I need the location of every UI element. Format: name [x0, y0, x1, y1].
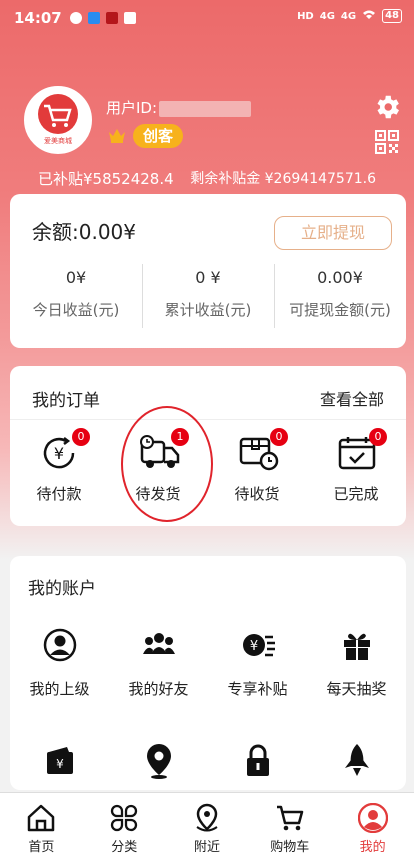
stat-value: 0¥ — [65, 268, 87, 287]
account-item-boost[interactable] — [307, 742, 406, 780]
account-item-exclusive-subsidy[interactable]: ¥ 专享补贴 — [208, 628, 307, 699]
location-pin-icon — [146, 744, 171, 779]
user-icon — [43, 628, 76, 662]
chat-icon — [69, 12, 82, 24]
lock-icon — [246, 744, 269, 776]
stat-value: 0.00¥ — [317, 268, 363, 287]
tab-nearby[interactable]: 附近 — [166, 793, 249, 865]
network-label-2: 4G — [340, 10, 357, 22]
order-completed[interactable]: 0 已完成 — [307, 428, 405, 518]
tab-label: 分类 — [111, 840, 138, 855]
gift-icon — [343, 633, 370, 660]
order-count-badge: 0 — [270, 428, 288, 446]
stat-today[interactable]: 0¥ 今日收益(元) — [10, 262, 142, 332]
highlight-annotation-circle — [121, 406, 213, 522]
user-id-value-blurred — [159, 100, 252, 117]
tab-cart[interactable]: 购物车 — [248, 793, 331, 865]
app-icon — [123, 12, 136, 24]
home-icon — [28, 804, 55, 832]
view-all-orders-link[interactable]: 查看全部 — [320, 386, 384, 410]
account-item-label: 我的好友 — [128, 680, 189, 698]
earnings-stats: 0¥ 今日收益(元) 0 ¥ 累计收益(元) 0.00¥ 可提现金额(元) — [10, 262, 406, 332]
crown-icon — [109, 129, 125, 143]
tab-profile[interactable]: 我的 — [331, 793, 414, 865]
cart-logo-icon: 爱美商城 — [26, 88, 90, 152]
account-item-label: 我的上级 — [29, 680, 90, 698]
balance-text: 余额:0.00¥ — [32, 220, 136, 244]
bottom-tab-bar: 首页 分类 附近 购物车 我的 — [0, 792, 414, 865]
account-item-security[interactable] — [208, 742, 307, 780]
profile-icon — [357, 803, 388, 833]
stat-total[interactable]: 0 ¥ 累计收益(元) — [142, 262, 274, 332]
orders-title: 我的订单 — [32, 391, 100, 411]
remaining-subsidy: 剩余补贴金 ¥2694147571.6 — [190, 171, 376, 187]
battery-icon: 48 — [382, 9, 402, 23]
balance-card: 余额:0.00¥ 立即提现 0¥ 今日收益(元) 0 ¥ 累计收益(元) 0.0… — [10, 194, 406, 348]
subsidized-amount: 已补贴¥5852428.4 — [38, 170, 174, 188]
divider — [10, 419, 406, 420]
account-card: 我的账户 我的上级 我的好友 ¥ 专享补贴 每天抽奖 ¥ — [10, 556, 406, 790]
gear-icon[interactable] — [372, 92, 402, 122]
user-id-label: 用户ID: — [106, 99, 158, 117]
subsidy-icon: ¥ — [242, 634, 275, 657]
order-to-receive[interactable]: 0 待收货 — [208, 428, 306, 518]
wallet-icon: ¥ — [46, 747, 73, 774]
app-icon — [87, 12, 100, 24]
svg-text:¥: ¥ — [249, 639, 257, 654]
user-id: 用户ID: — [106, 97, 252, 118]
network-label: 4G — [319, 10, 335, 22]
status-bar: 14:07 HD 4G 4G 48 — [0, 0, 414, 36]
account-item-location[interactable] — [109, 742, 208, 780]
stat-label: 今日收益(元) — [32, 301, 120, 319]
nearby-icon — [196, 803, 218, 832]
account-item-my-superior[interactable]: 我的上级 — [10, 628, 109, 699]
order-count-badge: 0 — [369, 428, 387, 446]
qr-code-icon[interactable] — [375, 130, 399, 154]
tab-home[interactable]: 首页 — [0, 793, 83, 865]
cart-icon — [276, 805, 304, 831]
svg-text:¥: ¥ — [54, 444, 64, 463]
order-label: 待付款 — [36, 485, 82, 503]
rocket-icon — [344, 744, 369, 776]
account-item-label: 专享补贴 — [227, 680, 288, 698]
tab-category[interactable]: 分类 — [83, 793, 166, 865]
status-time: 14:07 — [14, 9, 62, 27]
wifi-icon — [362, 10, 376, 23]
svg-text:¥: ¥ — [56, 757, 64, 771]
svg-text:爱美商城: 爱美商城 — [44, 136, 72, 145]
order-label: 待收货 — [234, 485, 280, 503]
group-icon — [142, 633, 175, 654]
stat-withdrawable[interactable]: 0.00¥ 可提现金额(元) — [274, 262, 406, 332]
account-title: 我的账户 — [28, 579, 96, 599]
withdraw-button[interactable]: 立即提现 — [274, 216, 392, 250]
account-item-daily-lottery[interactable]: 每天抽奖 — [307, 628, 406, 699]
account-item-my-friends[interactable]: 我的好友 — [109, 628, 208, 699]
avatar[interactable]: 爱美商城 — [24, 86, 92, 154]
account-item-wallet[interactable]: ¥ — [10, 744, 109, 778]
app-icon — [105, 12, 118, 24]
order-pending-payment[interactable]: ¥ 0 待付款 — [10, 428, 108, 518]
stat-label: 累计收益(元) — [164, 301, 252, 319]
order-label: 已完成 — [333, 485, 379, 503]
account-item-label: 每天抽奖 — [326, 680, 387, 698]
order-count-badge: 0 — [72, 428, 90, 446]
category-icon — [111, 804, 138, 832]
tab-label: 购物车 — [270, 840, 310, 855]
tab-label: 首页 — [28, 840, 55, 855]
tab-label: 附近 — [193, 840, 220, 855]
tab-label: 我的 — [359, 840, 386, 855]
signal-icon: HD — [297, 10, 314, 22]
stat-label: 可提现金额(元) — [289, 301, 391, 319]
level-badge: 创客 — [133, 124, 184, 148]
stat-value: 0 ¥ — [195, 268, 221, 287]
